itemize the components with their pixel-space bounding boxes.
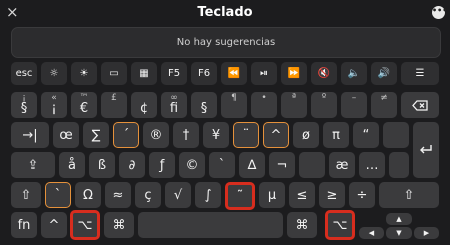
key-blank[interactable] [383, 122, 409, 148]
key-dagger[interactable]: † [173, 122, 199, 148]
command-key-right[interactable]: ⌘ [287, 212, 317, 238]
key-section[interactable]: ¡ § [11, 92, 37, 118]
title-bar: × Teclado ••• [0, 0, 450, 26]
key-approx[interactable]: ≈ [105, 182, 131, 208]
key-0[interactable]: º [311, 92, 337, 118]
volume-up-icon[interactable]: 🔊 [371, 62, 397, 85]
key-delta[interactable]: ∆ [239, 152, 265, 178]
f6-key[interactable]: F6 [191, 62, 217, 85]
key-acute-dead[interactable]: ´ [113, 122, 139, 148]
key-florin[interactable]: ƒ [149, 152, 175, 178]
key-sum[interactable]: ∑ [83, 122, 109, 148]
key-equals[interactable]: ≠ [371, 92, 397, 118]
key-2[interactable]: ™ € [71, 92, 97, 118]
caps-lock-key[interactable]: ⇪ [11, 152, 55, 178]
arrow-up-icon[interactable]: ▲ [386, 213, 412, 225]
key-eszett[interactable]: ß [89, 152, 115, 178]
delete-key[interactable] [401, 92, 439, 118]
key-quote[interactable]: “ [353, 122, 379, 148]
key-less-equal[interactable]: ≤ [289, 182, 315, 208]
suggestions-bar: No hay sugerencias [11, 27, 441, 58]
key-oe[interactable]: œ [53, 122, 79, 148]
key-4[interactable]: ¢ [131, 92, 157, 118]
shift-left-key[interactable]: ⇧ [11, 182, 41, 208]
arrow-right-icon[interactable]: ▶ [414, 227, 439, 239]
f5-key[interactable]: F5 [161, 62, 187, 85]
key-8[interactable]: • [251, 92, 277, 118]
arrow-down-icon[interactable]: ▼ [386, 227, 412, 239]
key-a-ring[interactable]: å [59, 152, 85, 178]
key-pi[interactable]: π [323, 122, 349, 148]
fast-forward-icon[interactable]: ⏩ [281, 62, 307, 85]
key-o-slash[interactable]: ø [293, 122, 319, 148]
key-grave[interactable]: ` [209, 152, 235, 178]
key-7[interactable]: ¶ [221, 92, 247, 118]
shift-right-key[interactable]: ⇧ [379, 182, 439, 208]
space-bar[interactable] [138, 212, 283, 238]
command-key-left[interactable]: ⌘ [104, 212, 134, 238]
delete-icon [412, 99, 428, 111]
key-blank-3[interactable] [389, 152, 409, 178]
key-minus[interactable]: – [341, 92, 367, 118]
rewind-icon[interactable]: ⏪ [221, 62, 247, 85]
more-options-icon[interactable]: ••• [432, 6, 447, 19]
mute-icon[interactable]: 🔇 [311, 62, 337, 85]
key-tilde-dead[interactable]: ˜ [225, 182, 255, 210]
key-9[interactable]: ª [281, 92, 307, 118]
esc-key[interactable]: esc [11, 62, 37, 85]
fn-key[interactable]: fn [11, 212, 37, 238]
key-ellipsis[interactable]: … [359, 152, 385, 178]
mission-control-icon[interactable]: ▭ [101, 62, 127, 85]
window-title: Teclado [197, 5, 253, 20]
key-integral[interactable]: ∫ [195, 182, 221, 208]
key-3[interactable]: £ [101, 92, 127, 118]
key-not[interactable]: ¬ [269, 152, 295, 178]
menu-icon[interactable]: ☰ [401, 62, 439, 85]
key-6[interactable]: § [191, 92, 217, 118]
key-divide[interactable]: ÷ [349, 182, 375, 208]
key-grave-dead[interactable]: ` [45, 182, 71, 208]
key-partial[interactable]: ∂ [119, 152, 145, 178]
key-micro[interactable]: µ [259, 182, 285, 208]
play-pause-icon[interactable]: ⏯ [251, 62, 277, 85]
key-blank-2[interactable] [299, 152, 325, 178]
key-ae[interactable]: æ [329, 152, 355, 178]
key-umlaut-dead[interactable]: ¨ [233, 122, 259, 148]
control-key[interactable]: ^ [41, 212, 67, 238]
key-c-cedilla[interactable]: ç [135, 182, 161, 208]
option-key-left[interactable]: ⌥ [70, 210, 100, 240]
brightness-up-icon[interactable]: ☀ [71, 62, 97, 85]
key-greater-equal[interactable]: ≥ [319, 182, 345, 208]
key-copyright[interactable]: © [179, 152, 205, 178]
key-1[interactable]: «¡ [41, 92, 67, 118]
return-icon [420, 145, 432, 154]
return-key[interactable] [413, 122, 439, 178]
volume-down-icon[interactable]: 🔈 [341, 62, 367, 85]
arrow-left-icon[interactable]: ◀ [359, 227, 384, 239]
key-omega[interactable]: Ω [75, 182, 101, 208]
key-circumflex-dead[interactable]: ^ [263, 122, 289, 148]
option-key-right[interactable]: ⌥ [325, 210, 355, 240]
key-sqrt[interactable]: √ [165, 182, 191, 208]
tab-key[interactable]: →| [11, 122, 49, 148]
key-5[interactable]: ∞ fi [161, 92, 187, 118]
launchpad-icon[interactable]: ▦ [131, 62, 157, 85]
key-registered[interactable]: ® [143, 122, 169, 148]
key-yen[interactable]: ¥ [203, 122, 229, 148]
brightness-down-icon[interactable]: ☼ [41, 62, 67, 85]
